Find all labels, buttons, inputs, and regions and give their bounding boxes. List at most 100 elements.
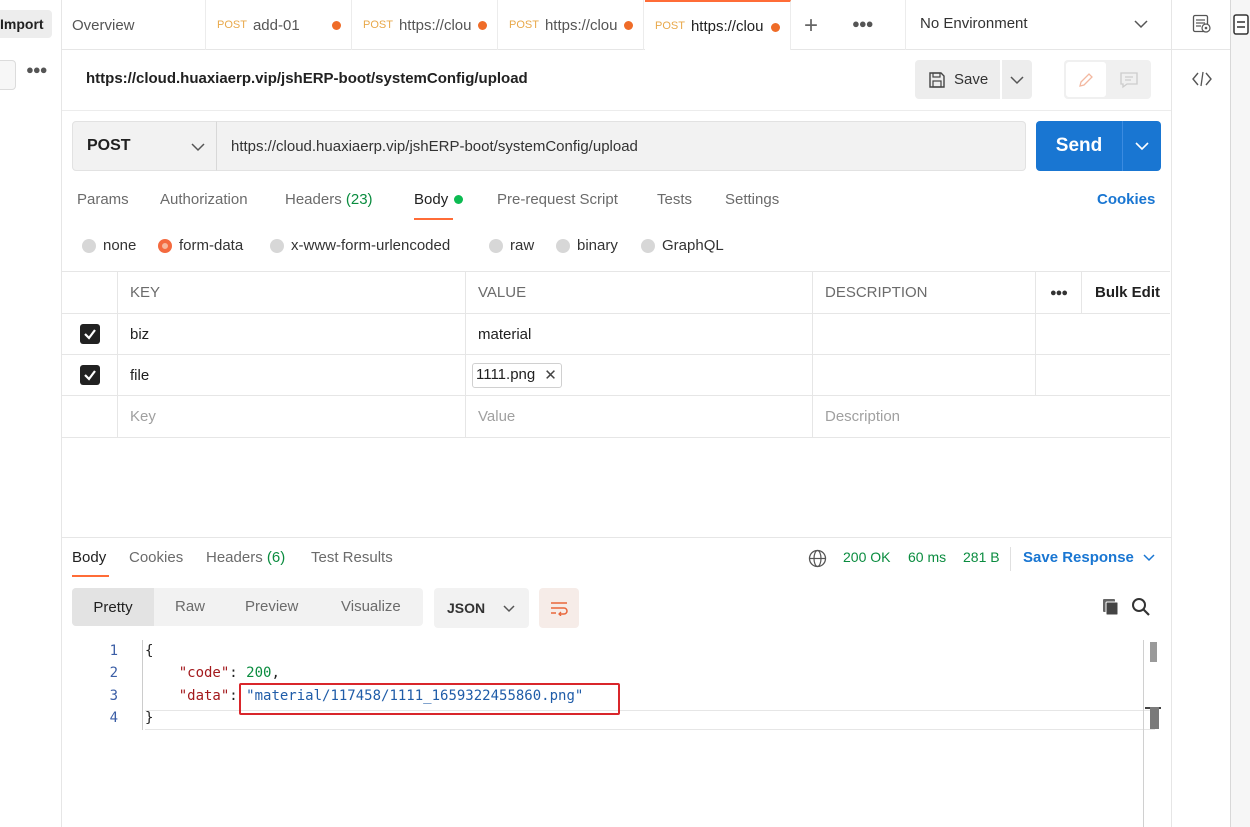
tab-underline <box>72 575 109 577</box>
tab-tests[interactable]: Tests <box>657 191 692 208</box>
status-code[interactable]: 200 OK <box>843 549 890 565</box>
response-time[interactable]: 60 ms <box>908 549 946 565</box>
radio-binary[interactable]: binary <box>556 237 618 254</box>
form-data-table: KEY VALUE DESCRIPTION ●●● Bulk Edit biz … <box>62 271 1170 438</box>
key-input[interactable]: Key <box>118 396 466 437</box>
tab-settings[interactable]: Settings <box>725 191 779 208</box>
key-cell[interactable]: biz <box>118 314 466 354</box>
tab-title: https://cloud <box>690 17 763 35</box>
radio-form-data[interactable]: form-data <box>158 237 243 254</box>
import-button[interactable]: Import <box>0 10 52 38</box>
value-input[interactable]: Value <box>466 396 813 437</box>
header-checkbox-cell <box>62 272 118 313</box>
save-response-button[interactable]: Save Response <box>1023 549 1155 566</box>
remove-file-icon[interactable]: ✕ <box>544 366 557 384</box>
tab-headers-label: Headers <box>285 191 342 208</box>
json-number: 200 <box>246 665 272 681</box>
save-options-button[interactable] <box>1002 60 1032 99</box>
row-checkbox[interactable] <box>62 314 118 354</box>
request-tab-active[interactable]: POST https://cloud <box>645 0 791 50</box>
description-input[interactable]: Description <box>813 396 1170 437</box>
radio-label: form-data <box>179 237 244 254</box>
radio-selected-icon <box>158 238 172 253</box>
request-tab[interactable]: POST https://cloud <box>499 0 644 50</box>
divider <box>1010 547 1011 571</box>
response-tab-headers[interactable]: Headers (6) <box>206 549 285 566</box>
request-title[interactable]: https://cloud.huaxiaerp.vip/jshERP-boot/… <box>86 70 528 87</box>
row-spacer <box>1036 314 1082 354</box>
code-line[interactable]: } <box>145 710 153 726</box>
new-tab-plus-icon[interactable]: + <box>804 12 818 40</box>
tab-body-label: Body <box>414 191 449 208</box>
method-select[interactable]: POST <box>72 121 217 171</box>
request-tab[interactable]: POST add-01 <box>207 0 352 50</box>
tab-authorization[interactable]: Authorization <box>160 191 248 208</box>
radio-raw[interactable]: raw <box>489 237 534 254</box>
window-edge <box>1230 0 1250 827</box>
send-options-button[interactable] <box>1122 121 1161 171</box>
save-button[interactable]: Save <box>915 60 1000 99</box>
radio-icon <box>641 238 655 253</box>
radio-label: x-www-form-urlencoded <box>291 237 451 254</box>
radio-none[interactable]: none <box>82 237 136 254</box>
sidebar-more-icon[interactable]: ●●● <box>26 62 48 77</box>
table-more-icon[interactable]: ●●● <box>1036 272 1082 313</box>
view-preview-button[interactable]: Preview <box>245 598 298 615</box>
copy-icon[interactable] <box>1101 597 1121 617</box>
value-cell[interactable]: material <box>466 314 813 354</box>
description-cell[interactable] <box>813 314 1036 354</box>
tab-headers[interactable]: Headers (23) <box>285 191 373 208</box>
chevron-down-icon <box>191 143 205 152</box>
row-checkbox[interactable] <box>62 355 118 395</box>
response-tab-headers-label: Headers <box>206 549 263 566</box>
document-icon <box>1233 14 1249 35</box>
bulk-edit-button[interactable]: Bulk Edit <box>1082 272 1170 313</box>
response-tab-cookies[interactable]: Cookies <box>129 549 183 566</box>
search-icon[interactable] <box>1131 597 1151 617</box>
url-input[interactable]: https://cloud.huaxiaerp.vip/jshERP-boot/… <box>216 121 1026 171</box>
view-visualize-button[interactable]: Visualize <box>341 598 401 615</box>
radio-icon <box>489 238 503 253</box>
open-brace: { <box>145 643 154 659</box>
wrap-lines-button[interactable] <box>539 588 579 628</box>
pane-divider[interactable] <box>62 537 1171 538</box>
tab-body[interactable]: Body <box>414 191 464 208</box>
format-select[interactable]: JSON <box>434 588 529 628</box>
comments-button[interactable] <box>1110 62 1148 97</box>
radio-x-www-form-urlencoded[interactable]: x-www-form-urlencoded <box>270 237 450 254</box>
tabs-more-icon[interactable]: ●●● <box>852 16 874 31</box>
tab-bar: Overview POST add-01 POST https://cloud … <box>62 0 1230 50</box>
scrollbar-thumb[interactable] <box>1150 642 1157 662</box>
response-size[interactable]: 281 B <box>963 549 1000 565</box>
tab-pre-request-script[interactable]: Pre-request Script <box>497 191 618 208</box>
value-cell[interactable]: 1111.png ✕ <box>466 355 813 395</box>
tab-headers-count: (23) <box>345 191 373 208</box>
sidebar-filter-input[interactable] <box>0 60 16 90</box>
edit-button[interactable] <box>1066 62 1106 97</box>
chevron-down-icon <box>1143 554 1155 562</box>
radio-graphql[interactable]: GraphQL <box>641 237 724 254</box>
tab-params[interactable]: Params <box>77 191 129 208</box>
code-line[interactable]: "code": 200, <box>145 665 280 681</box>
tab-overview[interactable]: Overview <box>62 0 206 50</box>
checkbox-checked-icon <box>79 365 100 385</box>
file-chip[interactable]: 1111.png ✕ <box>472 362 562 388</box>
environment-select[interactable]: No Environment <box>905 0 1167 50</box>
file-name: 1111.png <box>476 366 536 383</box>
globe-icon[interactable] <box>808 549 827 568</box>
send-button[interactable]: Send <box>1036 121 1122 171</box>
key-cell[interactable]: file <box>118 355 466 395</box>
environment-quick-look-icon[interactable] <box>1192 14 1212 34</box>
view-raw-button[interactable]: Raw <box>175 598 205 615</box>
view-pretty-button[interactable]: Pretty <box>72 588 154 626</box>
code-line[interactable]: { <box>145 643 153 659</box>
response-tab-test-results[interactable]: Test Results <box>311 549 393 566</box>
code-snippet-icon[interactable] <box>1191 70 1213 88</box>
request-tab[interactable]: POST https://cloud <box>353 0 498 50</box>
description-cell[interactable] <box>813 355 1036 395</box>
save-label: Save <box>954 71 989 88</box>
radio-label: raw <box>510 237 535 254</box>
collections-sidebar <box>0 0 62 827</box>
response-tab-body[interactable]: Body <box>72 549 106 566</box>
cookies-link[interactable]: Cookies <box>1097 191 1155 208</box>
